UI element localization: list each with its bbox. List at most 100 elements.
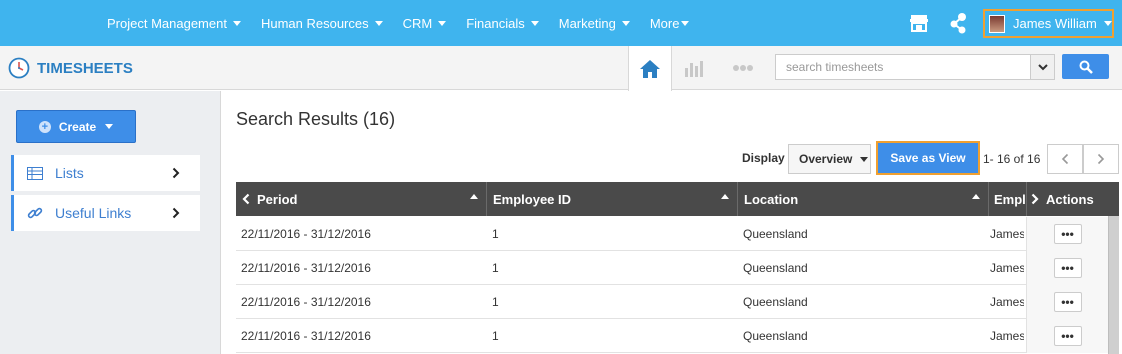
sidebar-item-lists[interactable]: Lists	[11, 155, 200, 191]
display-value: Overview	[799, 152, 853, 166]
menu-label: More	[649, 15, 680, 31]
column-header-actions: Actions	[1026, 182, 1119, 216]
column-label: Location	[744, 191, 799, 207]
sidebar-item-useful-links[interactable]: Useful Links	[11, 195, 200, 231]
column-label: Employee ID	[493, 191, 572, 207]
create-label: Create	[58, 119, 97, 134]
more-icon	[733, 65, 753, 71]
caret-down-icon	[1103, 21, 1112, 26]
menu-human-resources[interactable]: Human Resources	[261, 16, 383, 31]
sidebar: + Create Lists Useful Links	[0, 91, 221, 354]
app-header: TIMESHEETS search timesheets	[0, 46, 1122, 91]
menu-label: Project Management	[107, 15, 227, 31]
chevron-right-icon	[172, 207, 180, 219]
actions-cell: •••	[1026, 319, 1108, 353]
caret-down-icon	[438, 20, 447, 26]
table-row[interactable]: 22/11/2016 - 31/12/2016 1 Queensland Jam…	[236, 285, 1108, 319]
cell-employee-id: 1	[492, 227, 499, 241]
row-actions-button[interactable]: •••	[1053, 292, 1082, 312]
cell-employee-id: 1	[492, 261, 499, 275]
column-label: Period	[257, 191, 298, 207]
clock-icon	[8, 57, 30, 79]
caret-down-icon	[681, 20, 690, 26]
flow-icon[interactable]	[948, 12, 968, 34]
menu-label: Financials	[466, 15, 525, 31]
menu-marketing[interactable]: Marketing	[559, 16, 630, 31]
sort-up-icon[interactable]	[470, 194, 478, 199]
row-actions-button[interactable]: •••	[1053, 258, 1082, 278]
tab-more[interactable]	[721, 46, 765, 90]
search-button[interactable]	[1062, 54, 1109, 79]
save-as-view-button[interactable]: Save as View	[876, 141, 980, 175]
chart-icon	[685, 61, 703, 77]
plus-icon: +	[38, 120, 51, 133]
chevron-right-icon	[1097, 153, 1105, 165]
menu-financials[interactable]: Financials	[466, 16, 539, 31]
previous-page-button[interactable]	[1047, 144, 1083, 174]
caret-down-icon	[105, 124, 114, 129]
actions-cell: •••	[1026, 217, 1108, 251]
chevron-left-icon	[1061, 153, 1069, 165]
cell-period: 22/11/2016 - 31/12/2016	[241, 261, 371, 275]
user-name: James William	[1013, 16, 1097, 31]
tab-home[interactable]	[628, 46, 672, 91]
row-actions-button[interactable]: •••	[1053, 326, 1082, 346]
avatar	[989, 14, 1005, 33]
chevron-right-icon	[172, 167, 180, 179]
search-options-dropdown[interactable]	[1030, 54, 1055, 80]
table-row[interactable]: 22/11/2016 - 31/12/2016 1 Queensland Jam…	[236, 217, 1108, 251]
cell-period: 22/11/2016 - 31/12/2016	[241, 227, 371, 241]
chevron-right-icon[interactable]	[1031, 193, 1039, 205]
sort-up-icon[interactable]	[972, 194, 980, 199]
menu-crm[interactable]: CRM	[403, 16, 447, 31]
search-icon	[1079, 60, 1093, 74]
caret-down-icon	[232, 20, 241, 26]
link-icon	[27, 205, 45, 221]
search-input[interactable]: search timesheets	[775, 54, 1031, 80]
table-scrollbar[interactable]	[1108, 216, 1119, 354]
menu-label: CRM	[402, 15, 433, 31]
sidebar-item-label: Lists	[55, 165, 84, 181]
store-icon[interactable]	[909, 13, 929, 33]
column-label: Emplo	[994, 191, 1029, 207]
list-icon	[27, 166, 45, 180]
cell-employee: James	[990, 261, 1024, 275]
caret-down-icon	[530, 20, 539, 26]
pagination-info: 1- 16 of 16	[983, 152, 1041, 166]
column-header-employee[interactable]: Emplo	[989, 182, 1029, 216]
top-nav-bar: Project Management Human Resources CRM F…	[0, 0, 1122, 46]
table-header: Period Employee ID Location Emplo Action…	[236, 182, 1119, 216]
app-title[interactable]: TIMESHEETS	[8, 57, 133, 79]
actions-cell: •••	[1026, 251, 1108, 285]
cell-location: Queensland	[743, 295, 808, 309]
tab-chart[interactable]	[672, 46, 716, 90]
main-menu: Project Management Human Resources CRM F…	[107, 0, 709, 46]
cell-location: Queensland	[743, 227, 808, 241]
menu-label: Marketing	[558, 15, 616, 31]
menu-project-management[interactable]: Project Management	[107, 16, 241, 31]
table-row[interactable]: 22/11/2016 - 31/12/2016 1 Queensland Jam…	[236, 251, 1108, 285]
column-label: Actions	[1046, 191, 1094, 207]
column-header-period[interactable]: Period	[236, 182, 487, 216]
cell-employee-id: 1	[492, 295, 499, 309]
next-page-button[interactable]	[1083, 144, 1119, 174]
cell-employee: James	[990, 295, 1024, 309]
chevron-left-icon[interactable]	[242, 193, 250, 205]
column-header-employee-id[interactable]: Employee ID	[487, 182, 738, 216]
actions-cell: •••	[1026, 285, 1108, 319]
sort-up-icon[interactable]	[721, 194, 729, 199]
row-actions-button[interactable]: •••	[1053, 224, 1082, 244]
sidebar-item-label: Useful Links	[55, 205, 132, 221]
cell-period: 22/11/2016 - 31/12/2016	[241, 295, 371, 309]
menu-more[interactable]: More	[650, 16, 690, 31]
cell-location: Queensland	[743, 329, 808, 343]
user-menu[interactable]: James William	[983, 9, 1114, 38]
home-icon	[640, 59, 660, 78]
create-button[interactable]: + Create	[16, 110, 136, 143]
display-select[interactable]: Overview	[788, 144, 871, 174]
table-row[interactable]: 22/11/2016 - 31/12/2016 1 Queensland Jam…	[236, 319, 1108, 353]
chevron-down-icon	[1037, 63, 1048, 70]
column-header-location[interactable]: Location	[738, 182, 989, 216]
cell-employee-id: 1	[492, 329, 499, 343]
display-label: Display	[742, 151, 785, 165]
